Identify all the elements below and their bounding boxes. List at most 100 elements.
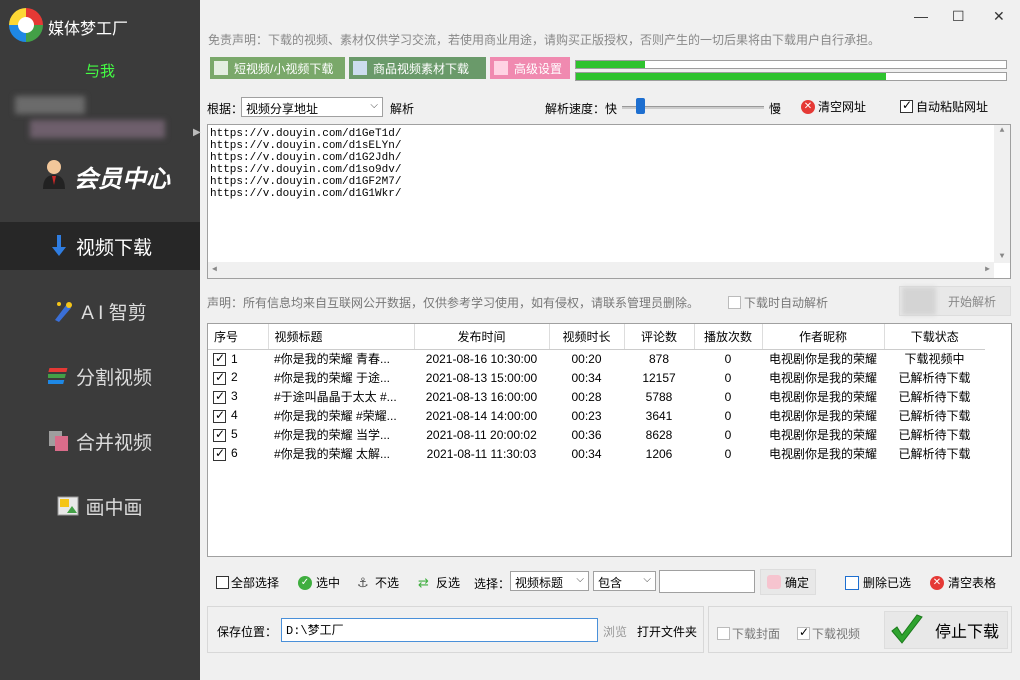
select-all-checkbox[interactable]: 全部选择 [216,574,279,591]
column-header[interactable]: 作者昵称 [762,324,885,350]
column-header[interactable]: 播放次数 [694,324,763,350]
stop-download-button[interactable]: 停止下载 [884,611,1008,649]
blurred-user-info [15,96,85,114]
chevron-down-icon: ⌵ [576,574,584,585]
download-video-checkbox[interactable]: 下载视频 [797,625,860,642]
row-number-cell: 2 [208,368,268,387]
table-cell-title: #于途叫晶晶于太太 #... [274,390,397,404]
delete-selected-button[interactable]: 删除已选 [845,574,911,591]
table-row[interactable]: 5 #你是我的荣耀 当学... 2021-08-11 20:00:02 00:36 86… [208,425,985,444]
table-cell-duration: 00:23 [571,408,602,423]
collapse-arrow-icon[interactable]: ▶ [193,127,201,138]
table-row[interactable]: 2 #你是我的荣耀 于途... 2021-08-13 15:00:00 00:34 12… [208,368,985,387]
table-cell-status: 已解析待下载 [898,371,971,385]
unselect-button[interactable]: ⚓ 不选 [357,574,399,591]
filter-input[interactable] [659,570,755,593]
table-row[interactable]: 1 #你是我的荣耀 青春... 2021-08-16 10:30:00 00:20 87… [208,349,985,368]
chevron-down-icon: ⌵ [370,100,378,111]
nav-picture-in-picture[interactable]: 画中画 [0,482,200,530]
table-cell-plays: 0 [724,446,732,461]
member-avatar-icon [43,160,65,189]
user-name[interactable]: 与我 [0,60,200,81]
column-header[interactable]: 视频时长 [549,324,625,350]
scroll-down-icon[interactable]: ▼ [994,251,1010,263]
speed-slider[interactable] [622,97,764,117]
member-center-button[interactable]: 会员中心 [40,157,180,193]
auto-paste-checkbox[interactable]: 自动粘贴网址 [900,98,988,115]
short-video-download-button[interactable]: 短视频/小视频下载 [210,57,345,79]
advanced-settings-label: 高级设置 [514,61,563,76]
table-cell-comments: 1206 [645,446,673,461]
nav-video-download[interactable]: 视频下载 [0,222,200,270]
select-button[interactable]: ✓ 选中 [298,574,340,591]
table-cell-plays: 0 [724,427,732,442]
scroll-left-icon[interactable]: ◀ [212,264,217,276]
column-header[interactable]: 视频标题 [268,324,415,350]
scroll-right-icon[interactable]: ▶ [985,264,990,276]
advanced-settings-button[interactable]: 高级设置 [490,57,570,79]
product-video-label: 商品视频素材下载 [373,61,470,76]
clear-url-button[interactable]: ✕ 清空网址 [801,98,866,115]
match-select[interactable]: 包含 ⌵ [593,571,656,591]
checkbox-box [728,296,741,309]
table-row[interactable]: 6 #你是我的荣耀 太解... 2021-08-11 11:30:03 00:34 12… [208,444,985,463]
row-checkbox[interactable] [213,446,226,461]
save-location-panel: 保存位置： D:\梦工厂 浏览 打开文件夹 [207,606,704,653]
row-number-cell: 3 [208,387,268,406]
nav-label: 画中画 [85,497,143,519]
table-cell-comments: 3641 [645,408,673,423]
row-checkbox[interactable] [213,370,226,385]
row-checkbox[interactable] [213,389,226,404]
url-textarea[interactable]: https://v.douyin.com/d1GeT1d/ https://v.… [207,124,1011,279]
field-select[interactable]: 视频标题 ⌵ [510,571,589,591]
column-header[interactable]: 下载状态 [884,324,985,350]
delete-list-icon [845,575,859,590]
parse-icon [902,287,936,315]
table-cell-author: 电视剧你是我的荣耀 [768,352,877,367]
row-checkbox[interactable] [213,427,226,442]
auto-parse-checkbox[interactable]: 下载时自动解析 [728,294,828,311]
nav-label: 分割视频 [75,367,152,389]
url-line: https://v.douyin.com/d1G2Jdh/ [210,152,402,164]
column-header[interactable]: 发布时间 [414,324,550,350]
confirm-button[interactable]: 确定 [760,569,817,595]
product-video-download-button[interactable]: 商品视频素材下载 [349,57,486,79]
scroll-up-icon[interactable]: ▲ [994,125,1010,137]
table-row[interactable]: 3 #于途叫晶晶于太太 #... 2021-08-13 16:00:00 00:28 5… [208,387,985,406]
horizontal-scrollbar[interactable]: ◀ ▶ [208,262,994,278]
download-cover-checkbox[interactable]: 下载封面 [717,625,780,642]
slider-thumb[interactable] [636,98,646,114]
app-title: 媒体梦工厂 [48,21,129,38]
browse-button[interactable]: 浏览 [603,623,627,640]
row-checkbox[interactable] [213,408,226,423]
clear-table-label: 清空表格 [948,576,997,590]
table-cell-author: 电视剧你是我的荣耀 [768,371,877,385]
basis-select[interactable]: 视频分享地址 ⌵ [241,97,383,117]
row-number-cell: 5 [208,425,268,444]
table-cell-duration: 00:36 [571,427,602,442]
column-header[interactable]: 评论数 [624,324,695,350]
open-folder-button[interactable]: 打开文件夹 [637,623,697,640]
column-header[interactable]: 序号 [208,324,269,350]
maximize-button[interactable]: ☐ [952,8,965,25]
ai-edit-icon [53,300,75,322]
start-parse-button[interactable]: 开始解析 [899,286,1011,316]
table-cell-title: #你是我的荣耀 #荣耀... [274,409,397,423]
row-checkbox[interactable] [213,351,226,366]
table-cell-comments: 12157 [642,370,676,385]
nav-merge-video[interactable]: 合并视频 [0,417,200,465]
close-button[interactable]: ✕ [993,8,1005,25]
nav-split-video[interactable]: 分割视频 [0,352,200,400]
clear-table-button[interactable]: ✕ 清空表格 [930,574,996,591]
nav-ai-edit[interactable]: A I 智剪 [0,287,200,335]
video-table[interactable]: 序号 视频标题 发布时间 视频时长 评论数 播放次数 作者昵称 下载状态 1 #你… [207,323,1012,557]
invert-button[interactable]: ⇄ 反选 [418,574,460,591]
table-cell-status: 已解析待下载 [898,428,971,442]
table-cell-title: #你是我的荣耀 太解... [274,447,391,461]
minimize-button[interactable]: — [914,8,928,24]
vertical-scrollbar[interactable]: ▲ ▼ [994,125,1010,263]
table-cell-author: 电视剧你是我的荣耀 [768,390,877,404]
save-path-input[interactable]: D:\梦工厂 [281,618,598,642]
table-row[interactable]: 4 #你是我的荣耀 #荣耀... 2021-08-14 14:00:00 00:23 3… [208,406,985,425]
delete-selected-label: 删除已选 [863,576,912,590]
